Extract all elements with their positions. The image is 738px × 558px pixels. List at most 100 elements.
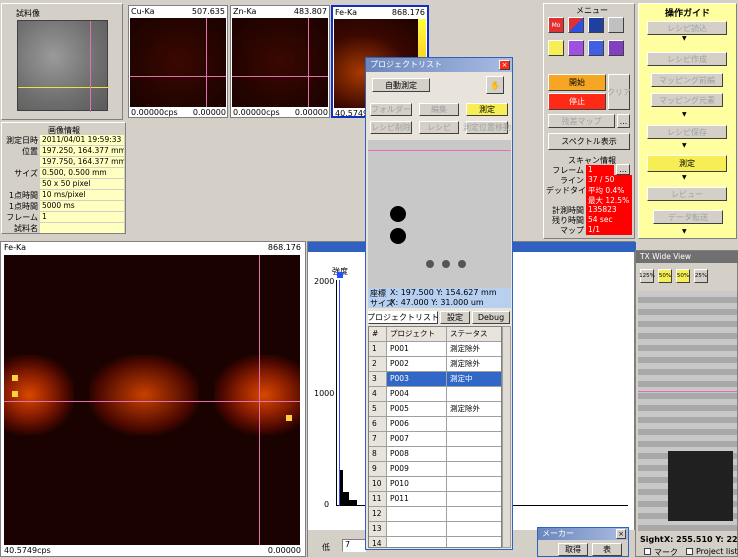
zoom-25-button[interactable]: 25% <box>694 269 708 283</box>
marker-checkbox[interactable] <box>644 548 651 555</box>
project-icon-button[interactable]: ✋ <box>486 76 504 94</box>
main-map-max: 868.176 <box>267 243 301 252</box>
project-list-titlebar[interactable]: プロジェクトリスト <box>366 58 512 72</box>
main-map-cps: 40.5749cps <box>4 546 51 555</box>
project-table-scrollbar[interactable] <box>502 326 511 548</box>
wide-view-window: TX Wide View 125% 50% 50% 25% Sight X: 2… <box>635 250 738 557</box>
thumb-fe-name: Fe-Ka <box>335 8 357 17</box>
spectrum-button[interactable]: スペクトル表示 <box>548 133 630 150</box>
wide-view-title: TX Wide View <box>636 251 738 263</box>
table-row[interactable]: 2 P002 測定除外 <box>369 357 501 372</box>
table-row[interactable]: 3 P003 測定中 <box>369 372 501 387</box>
move-measure-button[interactable]: 測定位置移動 <box>463 121 511 134</box>
grid-icon-button[interactable] <box>568 17 584 33</box>
guide-title: 操作ガイド <box>665 9 711 19</box>
histogram-icon-button[interactable] <box>548 40 564 56</box>
table-row[interactable]: 11 P011 <box>369 492 501 507</box>
guide-recipe-save[interactable]: レシピ保存 <box>647 125 727 139</box>
main-map-name: Fe-Ka <box>4 243 26 252</box>
thumb-zn-name: Zn-Ka <box>233 7 257 16</box>
guide-mapping-pre[interactable]: マッピング前編 <box>651 73 723 87</box>
menu-title: メニュー <box>576 6 608 15</box>
wide-view-image[interactable] <box>638 291 737 531</box>
table-row[interactable]: 10 P010 <box>369 477 501 492</box>
zoom-50b-button[interactable]: 50% <box>676 269 690 283</box>
mapping-more-button[interactable]: ... <box>617 114 630 128</box>
bars2-icon-button[interactable] <box>608 40 624 56</box>
project-list-close-button[interactable]: × <box>499 60 510 70</box>
main-map-rmin: 0.00000 <box>267 546 301 555</box>
thumb-zn-cps: 0.00000cps <box>233 108 280 117</box>
main-map-panel[interactable]: Fe-Ka 868.176 40.5749cps 0.00000 <box>0 241 306 557</box>
guide-data-transfer[interactable]: データ転送 <box>653 210 723 224</box>
project-list-checkbox[interactable] <box>686 548 693 555</box>
bars-icon-button[interactable] <box>588 40 604 56</box>
spectrum-y-mid: 1000 <box>314 389 335 398</box>
image-info-panel: 画像情報 測定日時 2011/04/01 19:59:33 位置 197.250, … <box>1 122 126 234</box>
guide-measure[interactable]: 測定 <box>647 155 727 172</box>
thumb-cu-rmin: 0.00000 <box>192 108 226 117</box>
start-button[interactable]: 開始 <box>548 74 606 91</box>
thumb-cu[interactable]: Cu-Ka 507.635 0.00000cps 0.00000 <box>128 5 228 118</box>
tab-debug[interactable]: Debug <box>472 311 510 324</box>
zoom-125-button[interactable]: 125% <box>639 269 655 283</box>
table-row[interactable]: 8 P008 <box>369 447 501 462</box>
mapping-select[interactable]: 残差マップ <box>548 114 615 128</box>
sample-image-panel: 試料像 <box>1 3 123 120</box>
project-table: # プロジェクト ステータス 1 P001 測定除外 2 P002 測定除外 3 P003… <box>368 326 502 548</box>
table-row[interactable]: 14 <box>369 537 501 547</box>
sample-image-title: 試料像 <box>16 9 40 18</box>
project-preview[interactable] <box>368 140 511 288</box>
table-row[interactable]: 1 P001 測定除外 <box>369 342 501 357</box>
thumb-cu-cps: 0.00000cps <box>131 108 178 117</box>
project-list-window: プロジェクトリスト × 自動測定 ✋ フォルダー 編集 測定 レシピ削除 レシピ… <box>365 57 513 550</box>
thumb-zn[interactable]: Zn-Ka 483.807 0.00000cps 0.00000 <box>230 5 330 118</box>
auto-measure-button[interactable]: 自動測定 <box>372 78 430 92</box>
spectrum-y-min: 0 <box>324 500 330 509</box>
table-row[interactable]: 9 P009 <box>369 462 501 477</box>
zoom-50-button[interactable]: 50% <box>658 269 672 283</box>
stop-button[interactable]: 停止 <box>548 93 606 110</box>
measure-button[interactable]: 測定 <box>466 103 508 116</box>
thumb-cu-image <box>130 18 226 107</box>
coords-panel: 座標 X: 197.500 Y: 154.627 mm サイズ X: 47.00… <box>368 288 511 308</box>
guide-recipe-create[interactable]: レシピ作成 <box>647 52 727 66</box>
spectrum-y-max: 2000 <box>314 277 335 286</box>
marker-checkbox-label: マーク <box>654 548 678 557</box>
table-row[interactable]: 12 <box>369 507 501 522</box>
marker-btn-b[interactable]: 表 <box>592 543 622 556</box>
marker-titlebar[interactable]: メーカー <box>538 528 628 540</box>
folder-button[interactable]: フォルダー <box>370 103 412 116</box>
table-row[interactable]: 4 P004 <box>369 387 501 402</box>
tools-icon-button[interactable] <box>608 17 624 33</box>
marker-window: メーカー × 取得 表 <box>537 527 629 557</box>
table-row[interactable]: 5 P005 測定除外 <box>369 402 501 417</box>
tab-project-list[interactable]: プロジェクトリスト <box>367 311 439 324</box>
marker-btn-a[interactable]: 取得 <box>558 543 588 556</box>
tab-settings[interactable]: 設定 <box>440 311 470 324</box>
chart-icon-button[interactable] <box>588 17 604 33</box>
table-row[interactable]: 6 P006 <box>369 417 501 432</box>
table-row[interactable]: 13 <box>369 522 501 537</box>
menu-panel: メニュー Mo 開始 停止 クリア 残差マップ ... スペクトル表示 スキャン… <box>543 3 635 239</box>
recipe-delete-button[interactable]: レシピ削除 <box>370 121 412 134</box>
guide-recipe-load[interactable]: レシピ読込 <box>647 21 727 35</box>
recipe-button[interactable]: レシピ <box>419 121 459 134</box>
mo-icon-button[interactable]: Mo <box>548 17 564 33</box>
table-row[interactable]: 7 P007 <box>369 432 501 447</box>
edit-button[interactable]: 編集 <box>419 103 459 116</box>
spectrum-bottom-field[interactable]: 7 <box>342 539 366 552</box>
spectra-icon-button[interactable] <box>568 40 584 56</box>
clear-button[interactable]: クリア <box>607 74 631 110</box>
thumb-zn-rmin: 0.00000 <box>294 108 328 117</box>
marker-close-button[interactable]: × <box>616 529 626 539</box>
spectrum-bottom-label: 低 <box>322 543 330 552</box>
sample-image[interactable] <box>17 20 109 112</box>
guide-mapping-element[interactable]: マッピング元素 <box>651 93 723 107</box>
guide-review[interactable]: レビュー <box>647 187 727 201</box>
thumb-cu-max: 507.635 <box>191 7 225 16</box>
thumb-fe-max: 868.176 <box>391 8 425 17</box>
sight-value: X: 255.510 Y: 220 <box>664 535 738 544</box>
info-row: 試料名 <box>4 223 124 238</box>
scan-info-more-button[interactable]: ... <box>616 164 630 175</box>
